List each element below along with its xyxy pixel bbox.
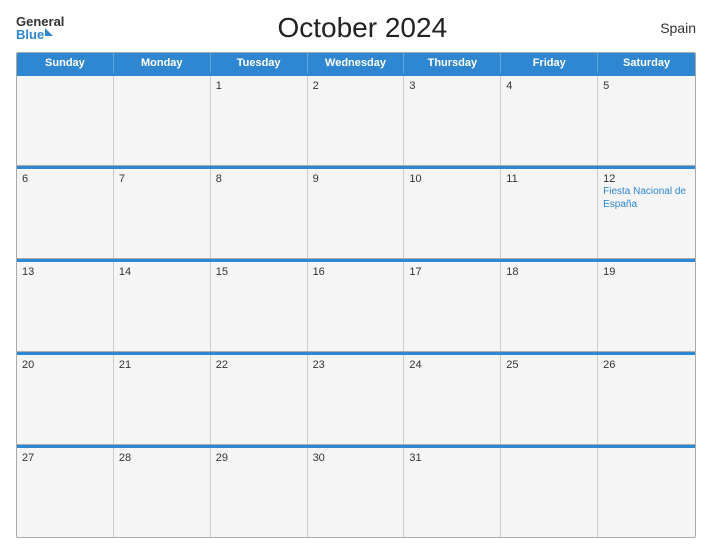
- day-number: 12: [603, 173, 690, 185]
- calendar-week-1: 6789 10 11 12Fiesta Nacional de España: [17, 166, 695, 259]
- country-label: Spain: [660, 20, 696, 36]
- calendar-cell: 14: [114, 262, 211, 351]
- calendar: Sunday Monday Tuesday Wednesday Thursday…: [16, 52, 696, 538]
- calendar-cell: [501, 448, 598, 537]
- calendar-cell: [598, 448, 695, 537]
- header-tuesday: Tuesday: [211, 53, 308, 73]
- calendar-cell: 3: [404, 76, 501, 165]
- calendar-cell: 11: [501, 169, 598, 258]
- day-number: 30: [313, 452, 399, 464]
- calendar-cell: 12Fiesta Nacional de España: [598, 169, 695, 258]
- day-number: 14: [119, 266, 205, 278]
- calendar-cell: 9: [308, 169, 405, 258]
- header-sunday: Sunday: [17, 53, 114, 73]
- day-number: 7: [119, 173, 205, 185]
- day-number: 3: [409, 80, 495, 92]
- calendar-cell: 13: [17, 262, 114, 351]
- calendar-cell: 18: [501, 262, 598, 351]
- calendar-cell: 28: [114, 448, 211, 537]
- calendar-cell: 10: [404, 169, 501, 258]
- day-number: 28: [119, 452, 205, 464]
- calendar-cell: 19: [598, 262, 695, 351]
- calendar-header: Sunday Monday Tuesday Wednesday Thursday…: [17, 53, 695, 73]
- day-number: 4: [506, 80, 592, 92]
- calendar-cell: 17: [404, 262, 501, 351]
- calendar-cell: 29: [211, 448, 308, 537]
- day-number: 24: [409, 359, 495, 371]
- page-title: October 2024: [64, 12, 660, 44]
- holiday-name: Fiesta Nacional de España: [603, 186, 686, 210]
- week-row: 27 28 29 30 31: [17, 448, 695, 537]
- header-friday: Friday: [501, 53, 598, 73]
- logo: General Blue: [16, 15, 64, 41]
- calendar-week-2: 13 14 15 16 17 18 19: [17, 259, 695, 352]
- calendar-cell: 21: [114, 355, 211, 444]
- calendar-page: General Blue October 2024 Spain Sunday M…: [0, 0, 712, 550]
- calendar-cell: 15: [211, 262, 308, 351]
- calendar-cell: 25: [501, 355, 598, 444]
- page-header: General Blue October 2024 Spain: [16, 12, 696, 44]
- day-number: 23: [313, 359, 399, 371]
- calendar-cell: [17, 76, 114, 165]
- logo-blue: Blue: [16, 28, 44, 41]
- header-monday: Monday: [114, 53, 211, 73]
- calendar-cell: 6: [17, 169, 114, 258]
- day-number: 9: [313, 173, 399, 185]
- calendar-cell: 7: [114, 169, 211, 258]
- calendar-cell: 20: [17, 355, 114, 444]
- day-number: 2: [313, 80, 399, 92]
- calendar-cell: 2: [308, 76, 405, 165]
- day-number: 15: [216, 266, 302, 278]
- calendar-body: 123456789101112Fiesta Nacional de España…: [17, 73, 695, 537]
- day-number: 17: [409, 266, 495, 278]
- day-number: 22: [216, 359, 302, 371]
- day-number: 20: [22, 359, 108, 371]
- day-number: 16: [313, 266, 399, 278]
- calendar-cell: 23: [308, 355, 405, 444]
- day-number: 27: [22, 452, 108, 464]
- calendar-cell: 8: [211, 169, 308, 258]
- day-number: 25: [506, 359, 592, 371]
- day-number: 8: [216, 173, 302, 185]
- day-number: 5: [603, 80, 690, 92]
- logo-triangle-icon: [45, 28, 53, 36]
- day-number: 1: [216, 80, 302, 92]
- day-number: 6: [22, 173, 108, 185]
- week-row: 6789 10 11 12Fiesta Nacional de España: [17, 169, 695, 258]
- day-number: 11: [506, 173, 592, 185]
- calendar-cell: 27: [17, 448, 114, 537]
- day-number: 31: [409, 452, 495, 464]
- calendar-cell: 22: [211, 355, 308, 444]
- calendar-cell: 4: [501, 76, 598, 165]
- calendar-cell: [114, 76, 211, 165]
- calendar-cell: 5: [598, 76, 695, 165]
- week-row: 20 21 22 23 24 25 26: [17, 355, 695, 444]
- calendar-week-3: 20 21 22 23 24 25 26: [17, 352, 695, 445]
- week-row: 12345: [17, 76, 695, 165]
- calendar-cell: 31: [404, 448, 501, 537]
- day-number: 26: [603, 359, 690, 371]
- header-saturday: Saturday: [598, 53, 695, 73]
- week-row: 13 14 15 16 17 18 19: [17, 262, 695, 351]
- header-wednesday: Wednesday: [308, 53, 405, 73]
- day-number: 18: [506, 266, 592, 278]
- calendar-week-4: 27 28 29 30 31: [17, 445, 695, 537]
- header-thursday: Thursday: [404, 53, 501, 73]
- day-number: 19: [603, 266, 690, 278]
- calendar-cell: 16: [308, 262, 405, 351]
- day-number: 29: [216, 452, 302, 464]
- calendar-cell: 24: [404, 355, 501, 444]
- day-number: 21: [119, 359, 205, 371]
- calendar-cell: 1: [211, 76, 308, 165]
- calendar-cell: 26: [598, 355, 695, 444]
- day-number: 13: [22, 266, 108, 278]
- calendar-week-0: 12345: [17, 73, 695, 166]
- day-number: 10: [409, 173, 495, 185]
- calendar-cell: 30: [308, 448, 405, 537]
